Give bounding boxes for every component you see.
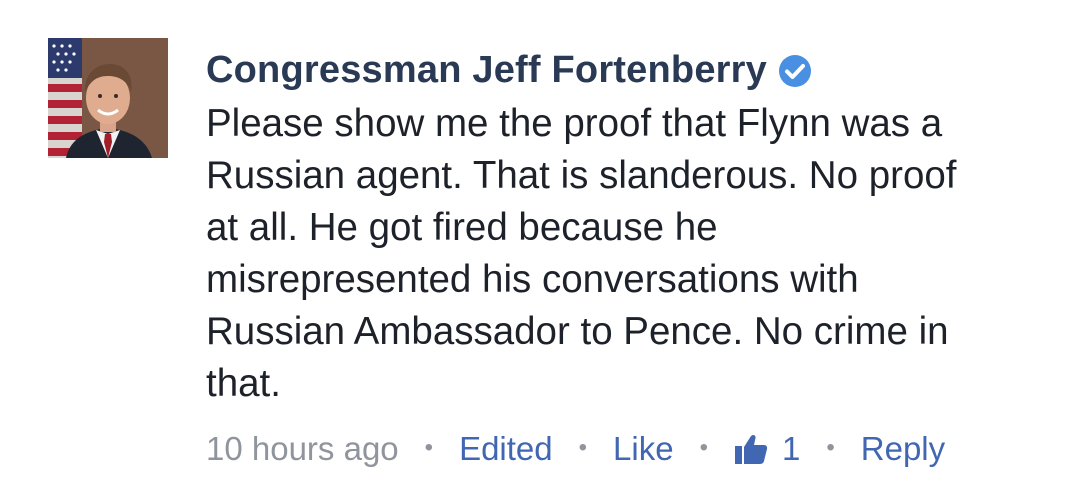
- separator: •: [699, 434, 708, 461]
- comment-actions: 10 hours ago • Edited • Like • 1 • Reply: [206, 426, 945, 472]
- comment-body-line: misrepresented his conversations with: [206, 258, 859, 301]
- avatar-image: [48, 38, 168, 158]
- separator: •: [826, 434, 835, 461]
- comment-content: Congressman Jeff Fortenberry Please show…: [206, 40, 1046, 410]
- comment-body-line: Russian agent. That is slanderous. No pr…: [206, 154, 957, 197]
- like-count: 1: [782, 430, 801, 467]
- avatar[interactable]: [48, 38, 168, 158]
- like-button[interactable]: Like: [613, 430, 674, 468]
- comment-body-line: that.: [206, 362, 281, 405]
- comment-body-line: Russian Ambassador to Pence. No crime in: [206, 310, 949, 353]
- author-row: Congressman Jeff Fortenberry: [206, 40, 1046, 100]
- comment-body-line: at all. He got fired because he: [206, 206, 718, 249]
- edited-link[interactable]: Edited: [459, 430, 553, 468]
- author-name[interactable]: Congressman Jeff Fortenberry: [206, 49, 767, 92]
- comment-body-line: Please show me the proof that Flynn was …: [206, 102, 943, 145]
- reply-button[interactable]: Reply: [861, 430, 945, 468]
- timestamp[interactable]: 10 hours ago: [206, 430, 399, 468]
- verified-badge-icon: [777, 53, 813, 89]
- separator: •: [424, 434, 434, 461]
- comment: Congressman Jeff Fortenberry Please show…: [0, 0, 1080, 491]
- separator: •: [578, 434, 588, 461]
- comment-body: Please show me the proof that Flynn was …: [206, 98, 1036, 410]
- like-count-button[interactable]: 1: [734, 430, 800, 468]
- thumbs-up-icon: [734, 433, 768, 465]
